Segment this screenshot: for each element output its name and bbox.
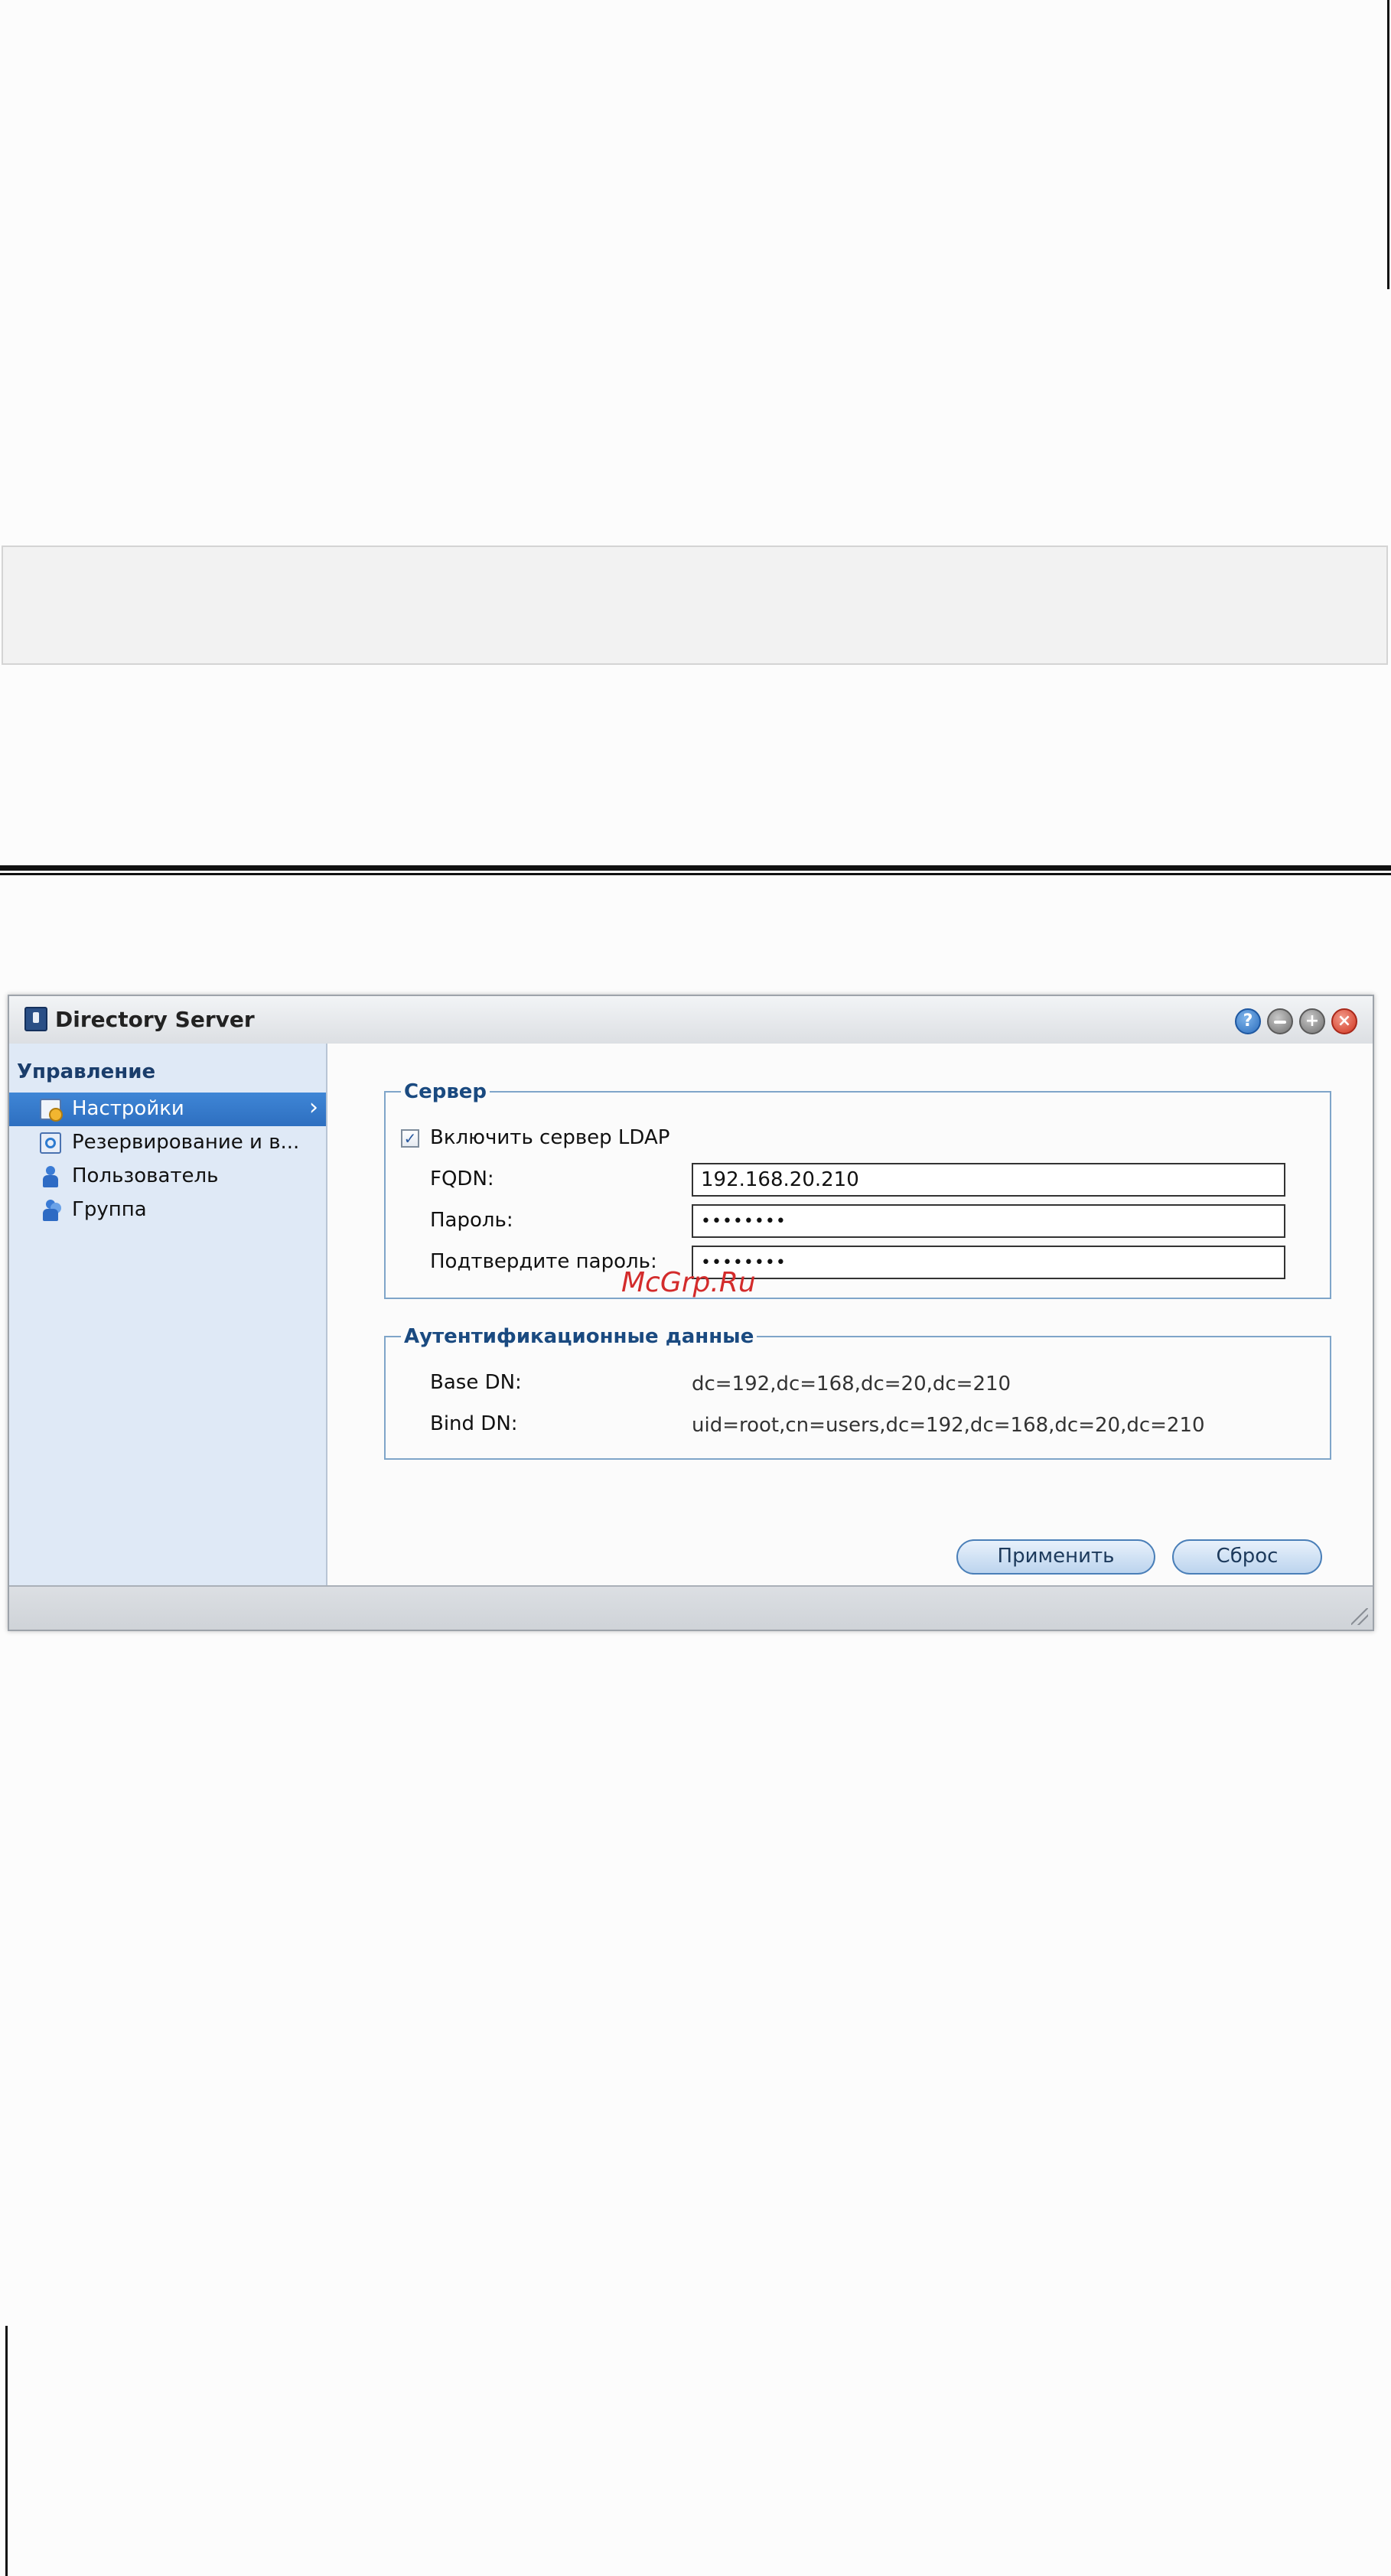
sidebar-item-label: Резервирование и в... [72,1131,300,1154]
settings-icon [40,1099,63,1122]
main-content: Сервер ✓ Включить сервер LDAP FQDN: Паро… [327,1044,1373,1587]
window-title: Directory Server [55,1007,255,1032]
sidebar-item-group[interactable]: Группа [9,1194,326,1227]
chevron-right-icon: › [309,1094,318,1121]
fqdn-input[interactable] [692,1163,1285,1197]
horizontal-rule-thin [0,873,1391,875]
apply-button[interactable]: Применить [956,1539,1155,1575]
minimize-button[interactable] [1267,1008,1293,1034]
page-border-line [1387,0,1389,289]
auth-legend: Аутентификационные данные [404,1325,754,1348]
empty-gray-panel [2,545,1388,665]
page-border-line-bottom [5,2326,8,2576]
sidebar-item-label: Пользователь [72,1164,219,1187]
plus-icon: + [1305,1011,1320,1031]
server-legend: Сервер [404,1080,487,1103]
fqdn-label: FQDN: [430,1168,494,1190]
backup-icon [40,1132,61,1154]
directory-server-app-icon [24,1007,47,1031]
sidebar-item-backup[interactable]: Резервирование и в... [9,1126,326,1160]
sidebar-item-settings[interactable]: Настройки › [9,1093,326,1126]
base-dn-label: Base DN: [430,1371,522,1394]
user-icon [40,1166,61,1187]
directory-server-window: Directory Server ? + × Управление Настро… [8,995,1374,1631]
watermark: McGrp.Ru [621,1267,756,1298]
group-icon [40,1200,61,1221]
resize-grip-icon[interactable] [1351,1608,1368,1625]
password-label: Пароль: [430,1209,513,1232]
enable-ldap-checkbox[interactable]: ✓ [401,1129,419,1148]
sidebar-header: Управление [17,1060,156,1083]
close-icon: × [1337,1011,1352,1031]
sidebar-item-label: Настройки [72,1097,184,1120]
base-dn-value: dc=192,dc=168,dc=20,dc=210 [692,1373,1011,1395]
sidebar-item-label: Группа [72,1198,147,1221]
sidebar-item-user[interactable]: Пользователь [9,1160,326,1194]
status-bar [9,1585,1373,1630]
bind-dn-label: Bind DN: [430,1412,518,1435]
confirm-password-input[interactable] [692,1246,1285,1279]
help-button[interactable]: ? [1235,1008,1261,1034]
bind-dn-value: uid=root,cn=users,dc=192,dc=168,dc=20,dc… [692,1414,1205,1437]
password-input[interactable] [692,1204,1285,1238]
reset-button[interactable]: Сброс [1172,1539,1322,1575]
sidebar: Управление Настройки › Резервирование и … [9,1044,327,1587]
enable-ldap-label: Включить сервер LDAP [430,1126,670,1149]
help-icon: ? [1243,1011,1253,1031]
window-titlebar[interactable]: Directory Server ? + × [9,996,1373,1045]
horizontal-rule-thick [0,865,1391,871]
close-button[interactable]: × [1331,1008,1357,1034]
maximize-button[interactable]: + [1299,1008,1325,1034]
